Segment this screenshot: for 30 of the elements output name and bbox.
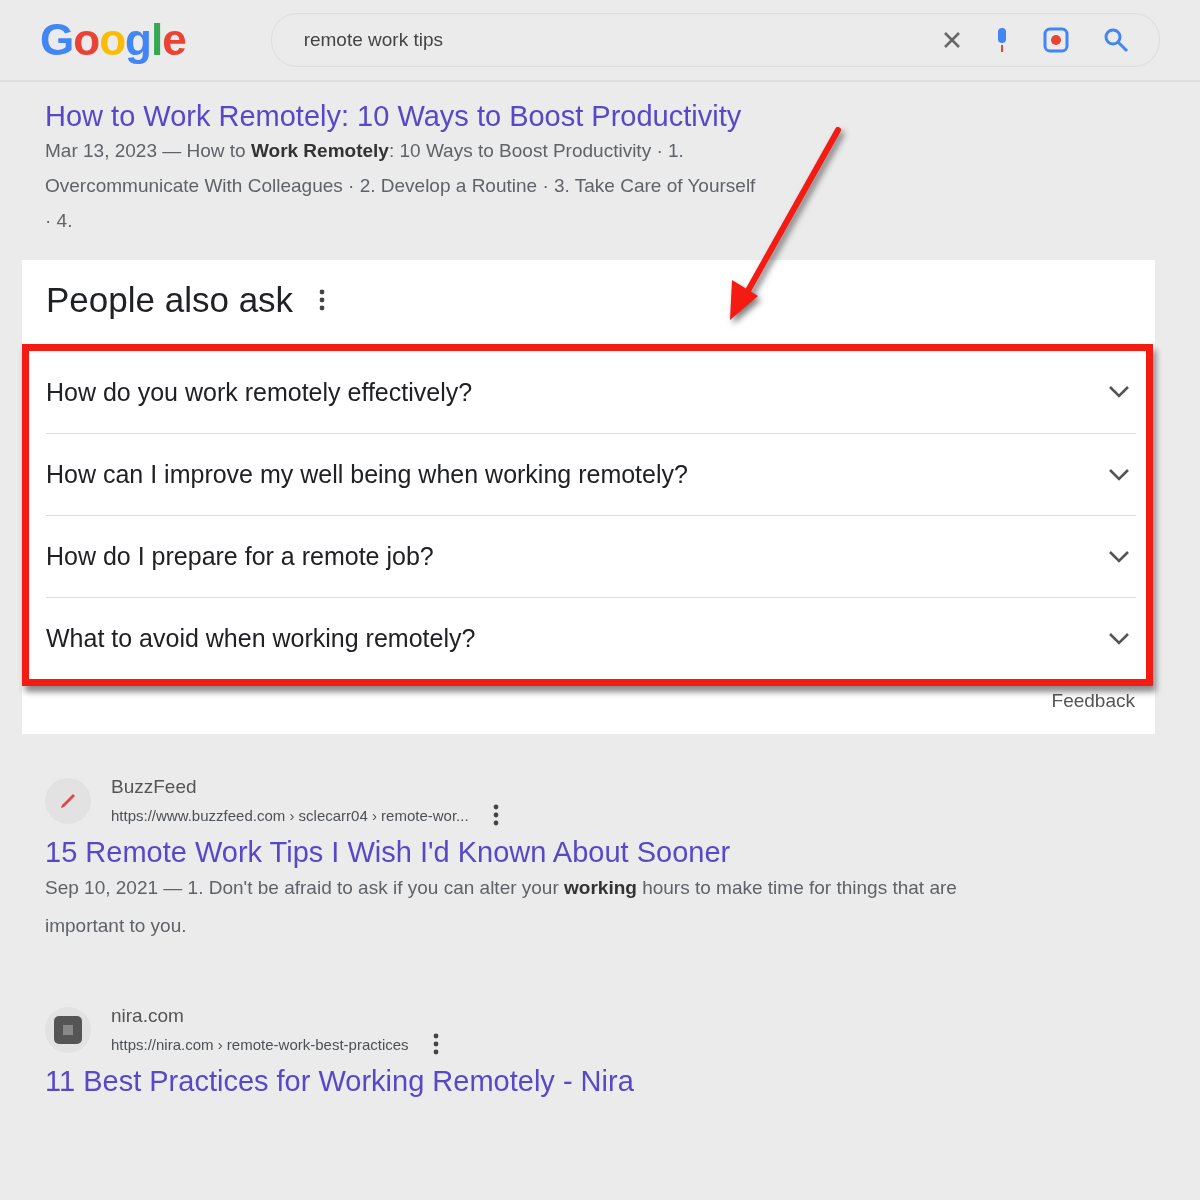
site-name: nira.com [111, 1005, 185, 1027]
chevron-down-icon [1108, 467, 1130, 482]
chevron-down-icon [1108, 549, 1130, 564]
result-title-link[interactable]: How to Work Remotely: 10 Ways to Boost Productivity [45, 100, 1155, 133]
section-heading: People also ask [46, 280, 294, 320]
question-item[interactable]: How do I prepare for a remote job? [46, 515, 1136, 597]
search-input[interactable]: remote work tips [301, 28, 909, 52]
camera-icon[interactable] [1043, 27, 1069, 53]
question-item[interactable]: How can I improve my well being when working remotely? [46, 433, 1136, 515]
more-options-icon[interactable] [432, 1033, 439, 1055]
close-icon[interactable] [943, 31, 961, 49]
question-item[interactable]: How do you work remotely effectively? [46, 351, 1136, 433]
feedback-link[interactable]: Feedback [1051, 690, 1135, 712]
result-snippet: Sep 10, 2021 — 1. Don't be afraid to ask if you can alter your working hours to make time for things that are important to you. [45, 876, 958, 938]
search-icon[interactable] [1103, 27, 1129, 53]
site-url: https://www.buzzfeed.com › sclecarr04 › remote-wor... [111, 806, 469, 824]
question-item[interactable]: What to avoid when working remotely? [46, 597, 1136, 679]
site-url: https://nira.com › remote-work-best-practices [111, 1035, 409, 1053]
search-field[interactable]: remote work tips [270, 13, 1160, 67]
site-name: BuzzFeed [111, 776, 198, 798]
pen-icon [58, 791, 78, 811]
chevron-down-icon [1108, 385, 1130, 399]
result-snippet: Mar 13, 2023 — How to Work Remotely: 10 Ways to Boost Productivity · 1. Overcommunicate With Colleagues · 2. Develop a Routine · 3. Take Care of Yourself · 4. [45, 139, 757, 233]
microphone-icon[interactable] [995, 27, 1009, 53]
more-options-icon[interactable] [492, 804, 499, 826]
more-options-icon[interactable] [319, 289, 326, 311]
chevron-down-icon [1108, 631, 1130, 646]
square-icon [53, 1015, 83, 1045]
result-title-link[interactable]: 15 Remote Work Tips I Wish I'd Known About Sooner [45, 836, 1155, 869]
result-title-link[interactable]: 11 Best Practices for Working Remotely - Nira [45, 1065, 1155, 1098]
